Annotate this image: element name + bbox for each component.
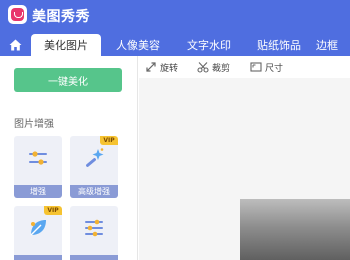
left-tool-panel: 一键美化 图片增强 增强 VIP 高级增强 VIP	[0, 56, 138, 260]
vip-badge: VIP	[44, 206, 62, 215]
section-title-image-enhance: 图片增强	[14, 119, 54, 130]
title-bar: 美图秀秀	[0, 0, 350, 31]
vip-badge: VIP	[100, 136, 118, 145]
home-tab[interactable]	[4, 34, 26, 56]
rotate-icon	[146, 62, 156, 72]
app-logo-icon	[8, 5, 27, 24]
photo-preview[interactable]	[240, 199, 350, 260]
tab-frames[interactable]: 边框	[314, 34, 350, 56]
crop-label: 裁剪	[212, 63, 231, 74]
sliders-icon	[29, 151, 47, 165]
size-button[interactable]: 尺寸	[250, 60, 283, 74]
tool-label: 高级增强	[70, 185, 118, 198]
tool-enhance[interactable]: 增强	[14, 136, 62, 198]
rotate-label: 旋转	[160, 63, 179, 74]
tool-vip-leaf[interactable]: VIP	[14, 206, 62, 260]
home-icon	[9, 39, 21, 51]
tab-stickers[interactable]: 贴纸饰品	[246, 34, 312, 56]
rotate-button[interactable]: 旋转	[145, 60, 178, 74]
one-click-beautify-button[interactable]: 一键美化	[14, 68, 122, 92]
leaf-icon	[30, 220, 46, 236]
magic-wand-icon	[86, 148, 104, 167]
tool-label	[14, 255, 62, 260]
canvas-area[interactable]	[139, 78, 350, 260]
crop-button[interactable]: 裁剪	[197, 60, 230, 74]
tab-portrait[interactable]: 人像美容	[104, 34, 172, 56]
scissors-icon	[197, 62, 209, 73]
tool-advanced-enhance[interactable]: VIP 高级增强	[70, 136, 118, 198]
tool-adjust[interactable]	[70, 206, 118, 260]
resize-icon	[250, 62, 262, 72]
tool-label: 增强	[14, 185, 62, 198]
tool-label	[70, 255, 118, 260]
app-title: 美图秀秀	[32, 9, 90, 25]
tab-beautify[interactable]: 美化图片	[31, 34, 101, 56]
main-tab-bar: 美化图片 人像美容 文字水印 贴纸饰品 边框	[0, 31, 350, 56]
edit-toolbar: 旋转 裁剪 尺寸	[139, 56, 350, 78]
tab-text-watermark[interactable]: 文字水印	[175, 34, 243, 56]
size-label: 尺寸	[265, 63, 284, 74]
adjust-bars-icon	[85, 219, 103, 237]
